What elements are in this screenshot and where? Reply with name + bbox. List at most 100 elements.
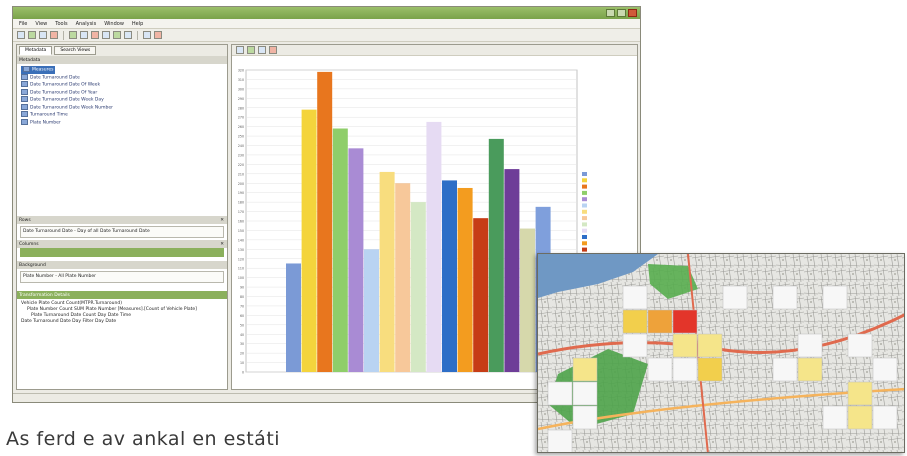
y-tick-label: 250 [238,135,244,139]
tree-item[interactable]: Plate Number [21,119,223,127]
screenshot-stage: File View Tools Analysis Window Help Met… [0,0,907,456]
heat-cell[interactable] [622,333,648,358]
heat-cell[interactable] [797,357,823,382]
legend-swatch [582,172,587,176]
rows-field[interactable]: Date Turnaround Date - Day of all Date T… [20,226,224,238]
legend-swatch [582,203,587,208]
menu-tools[interactable]: Tools [55,21,67,27]
chart-bar[interactable] [520,228,535,372]
heat-cell[interactable] [872,357,898,382]
chart-bar[interactable] [379,171,395,372]
chart-bar[interactable] [504,169,520,372]
heat-cell[interactable] [547,381,573,406]
chart-bar[interactable] [473,218,489,372]
heat-cell[interactable] [847,381,873,406]
rows-close-icon[interactable]: ✕ [220,218,224,223]
heat-cell[interactable] [622,309,648,334]
y-tick-label: 210 [238,172,244,176]
window-titlebar [13,7,640,19]
chart-zoom-icon[interactable] [258,46,266,54]
menu-analysis[interactable]: Analysis [76,21,97,27]
tab-search-views[interactable]: Search Views [54,46,97,55]
heat-cell[interactable] [847,405,873,430]
tree-item[interactable]: Date Turnaround Date Of Week [21,81,223,89]
heat-cell[interactable] [772,285,798,310]
y-tick-label: 170 [238,210,244,214]
tree-item[interactable]: Date Turnaround Date Week Number [21,104,223,112]
maximize-button[interactable] [617,9,626,17]
background-field[interactable]: Plate Number - All Plate Number [20,271,224,283]
columns-close-icon[interactable]: ✕ [220,242,224,247]
open-icon[interactable] [28,31,36,39]
table-icon[interactable] [102,31,110,39]
tab-metadata[interactable]: Metadata [19,46,53,55]
heat-cell[interactable] [697,357,723,382]
menu-file[interactable]: File [19,21,27,27]
heat-cell[interactable] [797,333,823,358]
heat-cell[interactable] [672,357,698,382]
columns-field[interactable] [20,248,224,257]
heat-map-overlay[interactable] [537,253,905,453]
heat-cell[interactable] [572,405,598,430]
chart-bar[interactable] [410,202,426,372]
chart-toolbar [232,45,637,56]
filter-icon[interactable] [80,31,88,39]
query-header-label: Transformation Details [19,292,70,298]
tree-item-measures[interactable]: Measures [21,66,56,74]
chart-bar[interactable] [332,128,348,372]
tree-item[interactable]: Date Turnaround Date Week Day [21,96,223,104]
chart-bar[interactable] [457,187,473,372]
heat-cell[interactable] [672,333,698,358]
tree-item[interactable]: Turnaround Time [21,111,223,119]
chart-bar[interactable] [317,71,333,372]
new-icon[interactable] [17,31,25,39]
print-icon[interactable] [50,31,58,39]
heat-cell[interactable] [547,429,573,453]
chart-bar[interactable] [301,109,317,372]
chart-type-icon[interactable] [236,46,244,54]
heat-cell[interactable] [822,405,848,430]
chart-bar[interactable] [286,263,301,372]
chart-legend-icon[interactable] [247,46,255,54]
heat-cell[interactable] [822,285,848,310]
tree-item[interactable]: Date Turnaround Date Of Year [21,89,223,97]
minimize-button[interactable] [606,9,615,17]
heat-cell[interactable] [647,357,673,382]
menu-help[interactable]: Help [132,21,143,27]
heat-cell[interactable] [872,405,898,430]
heat-cell[interactable] [572,381,598,406]
legend-swatch [582,178,587,183]
heat-cell[interactable] [722,285,748,310]
heat-cell[interactable] [647,309,673,334]
chart-export-icon[interactable] [269,46,277,54]
chart-bar[interactable] [426,121,442,372]
layout-icon[interactable] [143,31,151,39]
map-icon[interactable] [113,31,121,39]
heat-cell[interactable] [672,309,698,334]
export-icon[interactable] [124,31,132,39]
chart-bar[interactable] [348,148,364,372]
settings-icon[interactable] [154,31,162,39]
y-tick-label: 100 [238,276,244,280]
chart-bar[interactable] [442,180,457,372]
tree-item[interactable]: Date Turnaround Date [21,74,223,82]
chart-bar[interactable] [364,249,379,372]
y-tick-label: 90 [240,286,244,290]
chart-icon[interactable] [91,31,99,39]
chart-bar[interactable] [488,138,504,372]
toolbar-separator [63,30,64,40]
heat-cell[interactable] [697,333,723,358]
save-icon[interactable] [39,31,47,39]
close-button[interactable] [628,9,637,17]
heat-cell[interactable] [847,333,873,358]
heat-cell[interactable] [572,357,598,382]
heat-cell[interactable] [772,357,798,382]
refresh-icon[interactable] [69,31,77,39]
street-map[interactable] [538,254,905,453]
heat-cell[interactable] [622,285,648,310]
legend-swatch [582,190,587,195]
menu-view[interactable]: View [35,21,47,27]
menu-window[interactable]: Window [104,21,124,27]
main-toolbar [13,29,640,42]
chart-bar[interactable] [395,183,411,372]
